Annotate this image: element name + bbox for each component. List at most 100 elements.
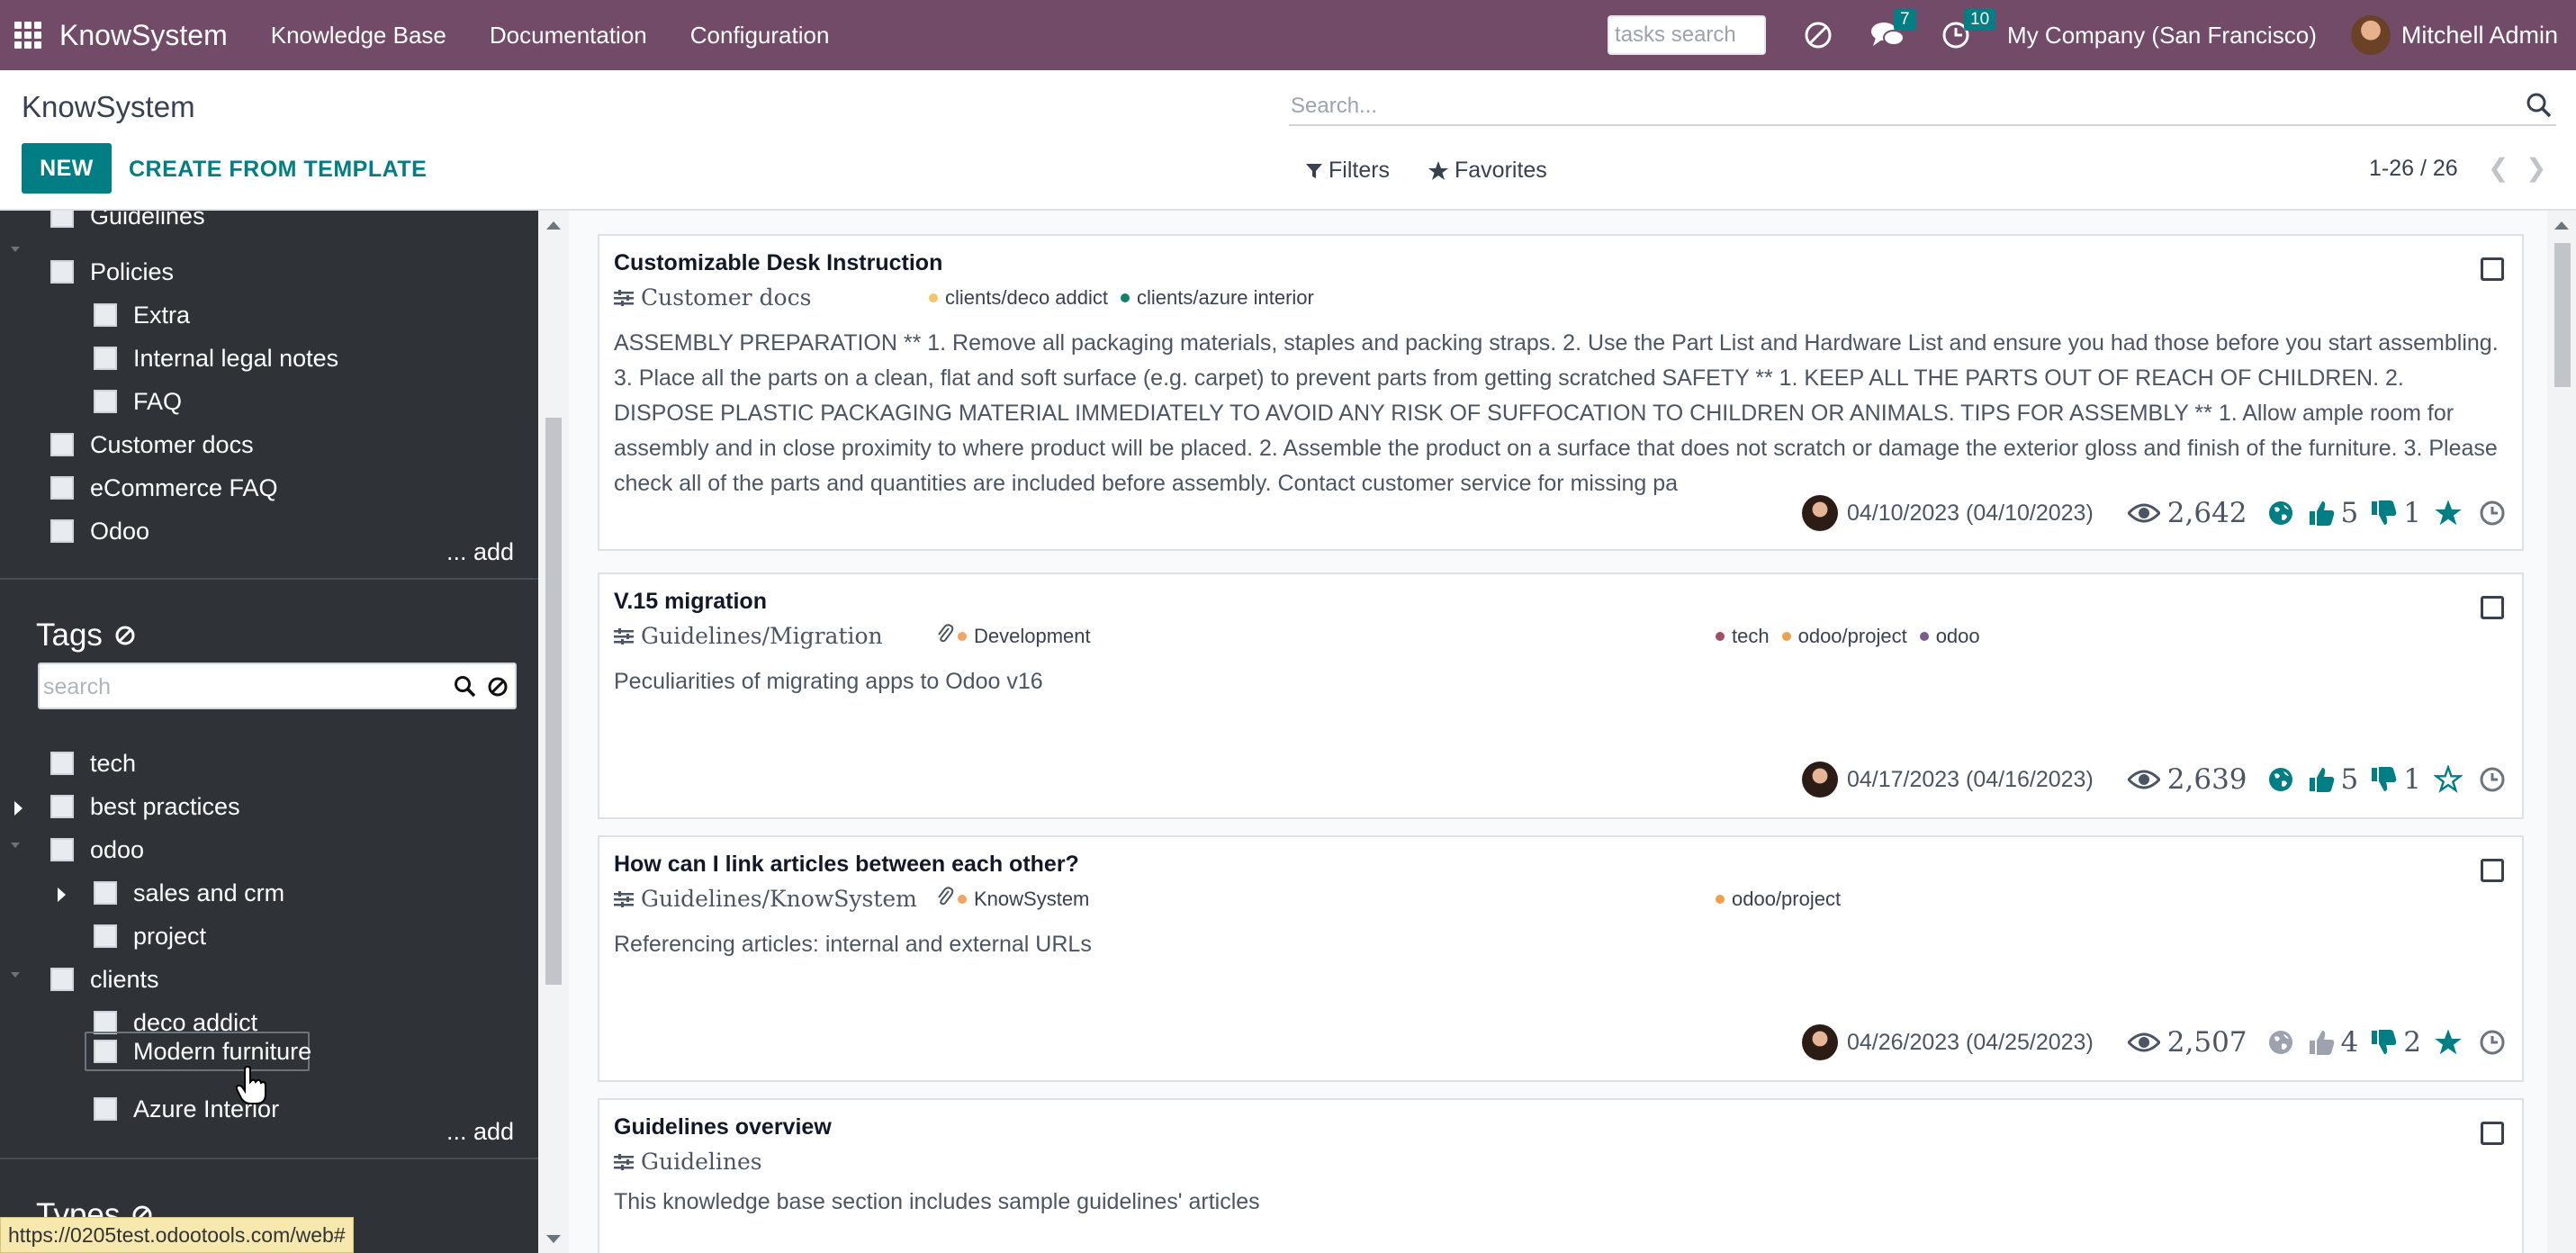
app-brand[interactable]: KnowSystem <box>59 19 228 52</box>
filters-button[interactable]: Filters <box>1305 158 1390 184</box>
article-card[interactable]: How can I link articles between each oth… <box>598 835 2524 1082</box>
search-bar[interactable]: Search... <box>1289 86 2556 126</box>
history-clock-icon[interactable] <box>2479 500 2506 527</box>
section-item[interactable]: Policies <box>50 254 174 290</box>
pager-prev-icon[interactable]: ❮ <box>2488 153 2508 183</box>
checkbox[interactable] <box>50 968 74 991</box>
checkbox[interactable] <box>94 303 117 327</box>
tag-item[interactable]: best practices <box>50 789 240 825</box>
thumbs-up-icon[interactable] <box>2309 500 2336 527</box>
article-card[interactable]: V.15 migration Guidelines/Migration Deve… <box>598 572 2524 819</box>
menu-documentation[interactable]: Documentation <box>490 22 647 50</box>
favorite-star-icon[interactable] <box>2434 1028 2463 1057</box>
activities-clock-icon[interactable]: 10 <box>1941 9 1996 50</box>
clear-search-icon[interactable] <box>486 675 509 705</box>
clear-tags-icon[interactable] <box>113 624 137 647</box>
select-checkbox[interactable] <box>2481 859 2504 882</box>
expand-icon[interactable] <box>14 801 23 816</box>
messages-icon[interactable]: 7 <box>1870 9 1916 50</box>
article-title[interactable]: How can I link articles between each oth… <box>614 852 1079 878</box>
collapse-icon[interactable] <box>11 972 20 978</box>
tasks-search-input[interactable]: tasks search <box>1608 15 1767 55</box>
expand-icon[interactable] <box>58 888 66 902</box>
add-tag-link[interactable]: ... add <box>446 1118 514 1146</box>
apps-menu-icon[interactable] <box>14 22 41 49</box>
scroll-up-icon[interactable] <box>2554 221 2569 230</box>
history-clock-icon[interactable] <box>2479 1029 2506 1056</box>
history-clock-icon[interactable] <box>2479 766 2506 793</box>
checkbox[interactable] <box>50 838 74 861</box>
section-item[interactable]: eCommerce FAQ <box>50 470 278 506</box>
article-description: ASSEMBLY PREPARATION ** 1. Remove all pa… <box>614 330 2499 496</box>
checkbox[interactable] <box>50 433 74 456</box>
user-menu[interactable]: Mitchell Admin <box>2401 22 2558 50</box>
new-button[interactable]: NEW <box>22 143 112 194</box>
checkbox[interactable] <box>94 1040 117 1063</box>
section-item[interactable]: Internal legal notes <box>94 340 338 376</box>
select-checkbox[interactable] <box>2481 596 2504 619</box>
company-switcher[interactable]: My Company (San Francisco) <box>2007 22 2317 50</box>
main-scroll-thumb[interactable] <box>2554 243 2571 387</box>
thumbs-down-icon[interactable] <box>2371 1029 2398 1056</box>
tag-item[interactable]: project <box>94 918 206 954</box>
favorite-star-outline-icon[interactable] <box>2434 765 2463 794</box>
globe-icon[interactable] <box>2267 1029 2294 1056</box>
select-checkbox[interactable] <box>2481 1122 2504 1145</box>
select-checkbox[interactable] <box>2481 257 2504 281</box>
scroll-down-icon[interactable] <box>546 1235 561 1243</box>
checkbox[interactable] <box>50 795 74 818</box>
pager-next-icon[interactable]: ❯ <box>2526 153 2546 183</box>
tag-search-input[interactable]: search <box>38 663 517 709</box>
globe-icon[interactable] <box>2267 500 2294 527</box>
refresh-icon[interactable] <box>1802 19 1834 51</box>
article-title[interactable]: V.15 migration <box>614 589 767 615</box>
section-item[interactable]: Extra <box>94 297 190 333</box>
checkbox[interactable] <box>94 347 117 370</box>
checkbox[interactable] <box>50 519 74 543</box>
tag-item[interactable]: sales and crm <box>94 875 284 911</box>
collapse-icon[interactable] <box>11 247 20 252</box>
search-input[interactable]: Search... <box>1291 94 1377 119</box>
menu-knowledge-base[interactable]: Knowledge Base <box>271 22 446 50</box>
thumbs-up-icon[interactable] <box>2309 766 2336 793</box>
favorites-button[interactable]: Favorites <box>1428 158 1547 184</box>
create-from-template-button[interactable]: CREATE FROM TEMPLATE <box>129 157 427 183</box>
thumbs-up-icon[interactable] <box>2309 1029 2336 1056</box>
thumbs-down-icon[interactable] <box>2371 766 2398 793</box>
article-title[interactable]: Guidelines overview <box>614 1114 832 1140</box>
section-item[interactable]: FAQ <box>94 383 182 419</box>
section-item[interactable]: Odoo <box>50 513 149 549</box>
search-icon[interactable] <box>454 675 477 705</box>
favorite-star-icon[interactable] <box>2434 499 2463 527</box>
scroll-up-icon[interactable] <box>546 221 561 230</box>
checkbox[interactable] <box>94 924 117 948</box>
checkbox[interactable] <box>94 390 117 413</box>
section-item[interactable]: Guidelines <box>50 211 205 234</box>
tag-item[interactable]: Modern furniture <box>94 1033 311 1069</box>
tag-item[interactable]: tech <box>50 745 136 781</box>
tag-item[interactable]: clients <box>50 961 159 997</box>
likes-count: 4 <box>2340 1026 2359 1059</box>
checkbox[interactable] <box>50 211 74 228</box>
article-card[interactable]: Guidelines overview Guidelines This know… <box>598 1098 2524 1253</box>
globe-icon[interactable] <box>2267 766 2294 793</box>
add-section-link[interactable]: ... add <box>446 538 514 566</box>
menu-configuration[interactable]: Configuration <box>690 22 830 50</box>
collapse-icon[interactable] <box>11 843 20 848</box>
user-avatar[interactable] <box>2350 15 2391 55</box>
tag-item[interactable]: odoo <box>50 832 144 868</box>
checkbox[interactable] <box>50 752 74 775</box>
checkbox[interactable] <box>94 1097 117 1121</box>
section-item[interactable]: Customer docs <box>50 427 254 463</box>
pager-value[interactable]: 1-26 / 26 <box>2369 156 2458 182</box>
checkbox[interactable] <box>50 260 74 284</box>
checkbox[interactable] <box>50 476 74 500</box>
search-icon[interactable] <box>2526 92 2553 125</box>
article-title[interactable]: Customizable Desk Instruction <box>614 250 942 276</box>
checkbox[interactable] <box>94 881 117 905</box>
sidebar-scroll-thumb[interactable] <box>545 418 562 985</box>
thumbs-down-icon[interactable] <box>2371 500 2398 527</box>
tag-color-dot <box>958 895 967 904</box>
filter-icon <box>1306 163 1322 178</box>
article-card[interactable]: Customizable Desk Instruction Customer d… <box>598 234 2524 551</box>
